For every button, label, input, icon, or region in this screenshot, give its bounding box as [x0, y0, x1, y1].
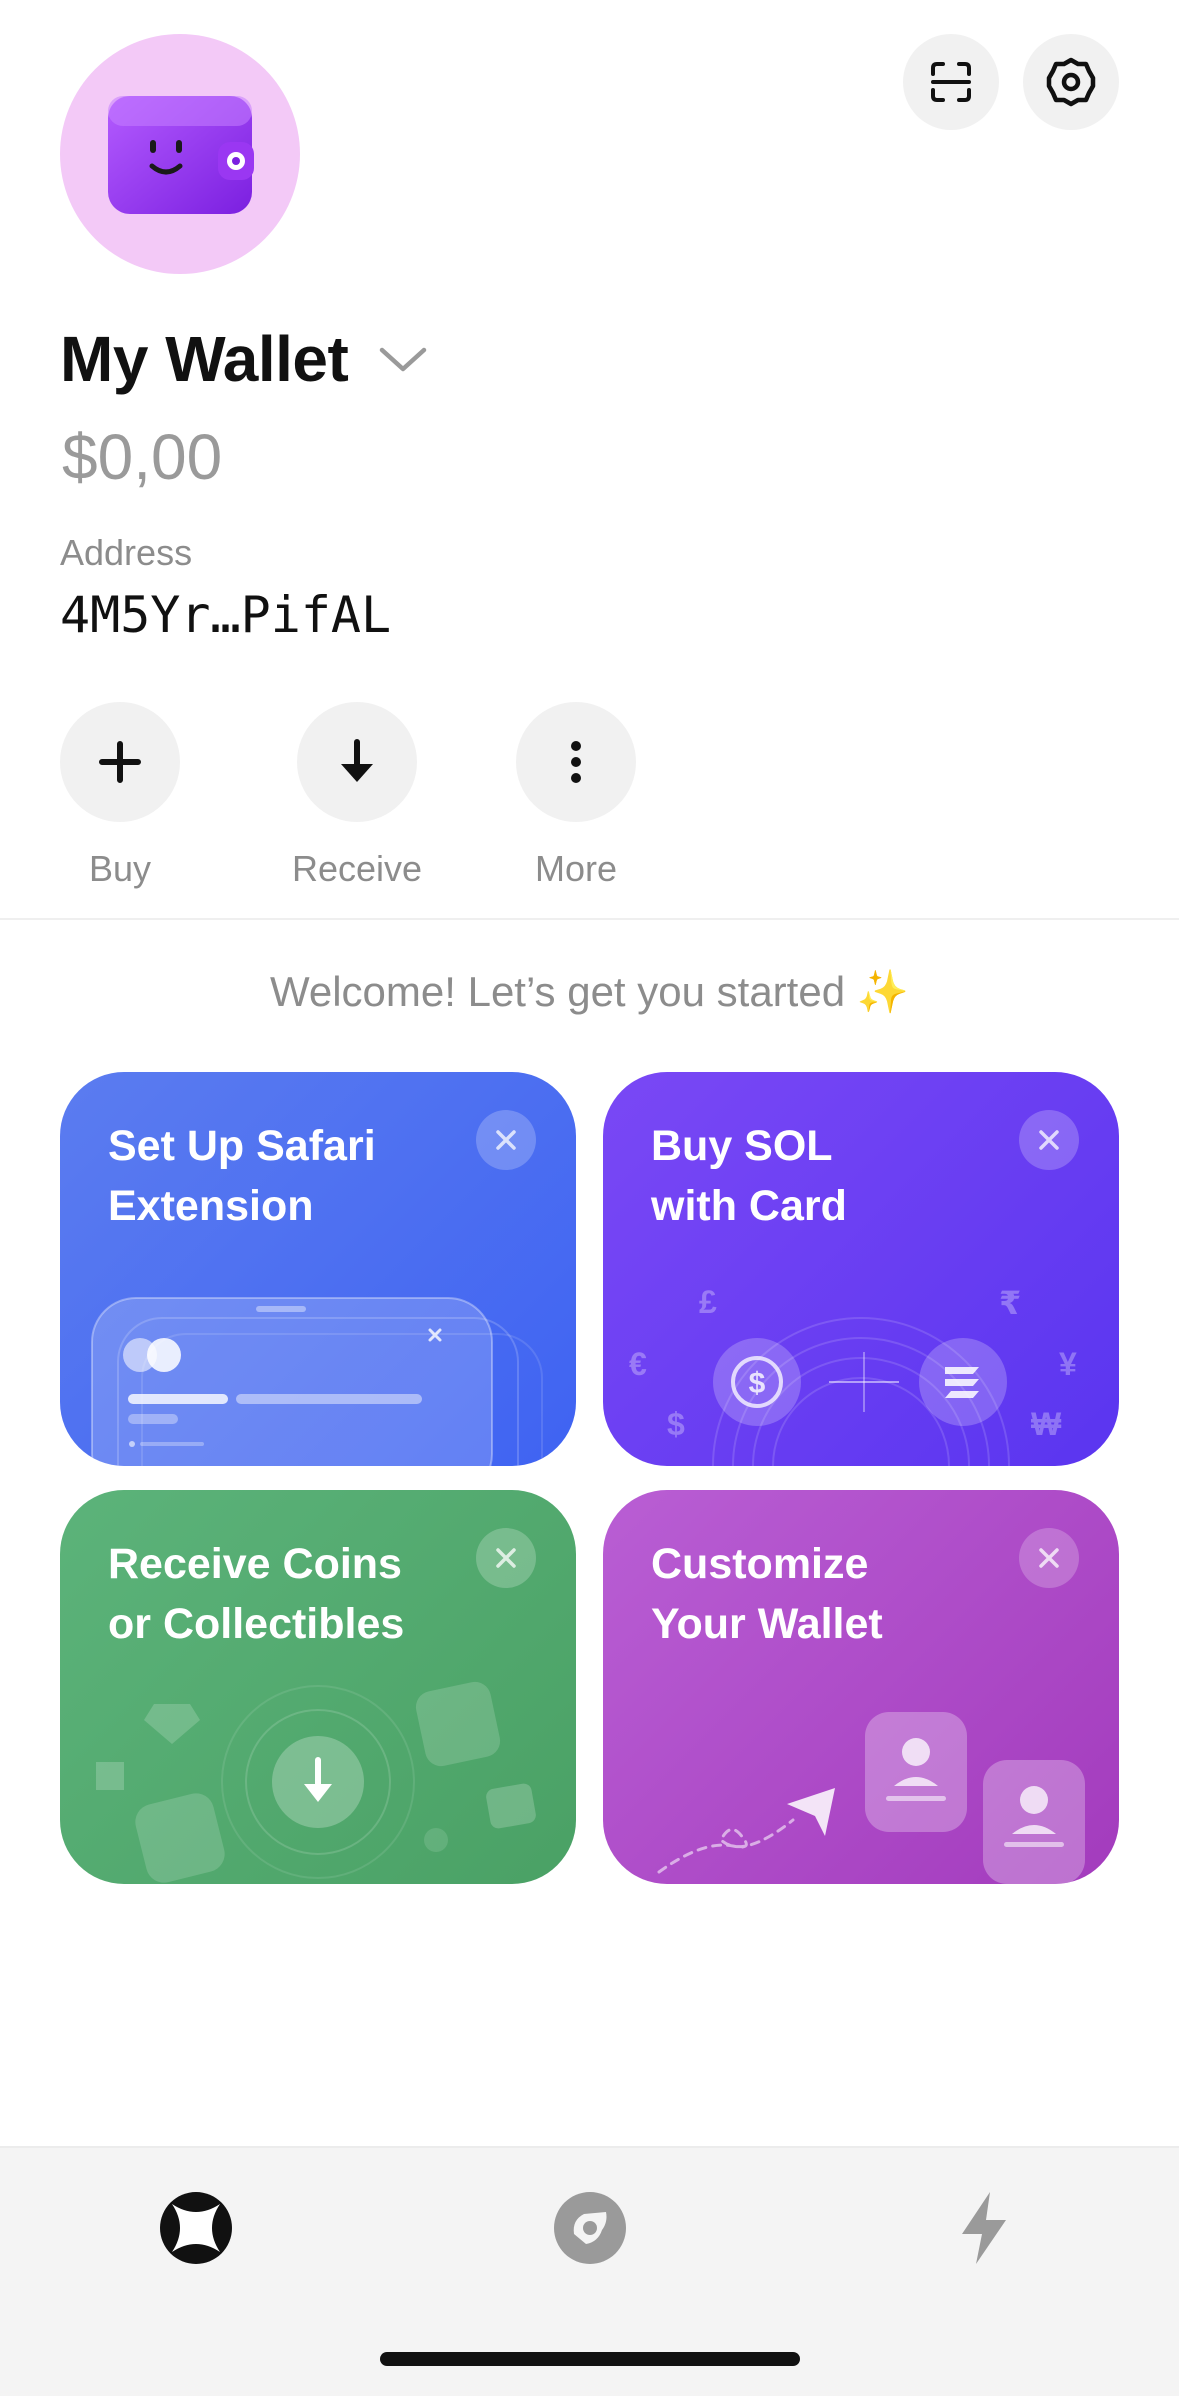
- lightning-icon: [962, 2192, 1006, 2264]
- home-indicator: [380, 2352, 800, 2366]
- rupee-symbol: ₹: [999, 1285, 1022, 1321]
- welcome-message: Welcome! Let’s get you started ✨: [269, 968, 910, 1015]
- wallet-home-screen: My Wallet $0,00 Address 4M5Yr…PifAL Buy …: [0, 0, 1179, 2396]
- gear-icon: [1046, 57, 1096, 107]
- arrow-down-icon: [341, 739, 373, 782]
- card-title: Receive Coins or Collectibles: [108, 1540, 405, 1648]
- more-button-circle[interactable]: [516, 702, 636, 822]
- more-button[interactable]: More: [514, 702, 638, 890]
- euro-symbol: €: [629, 1346, 647, 1382]
- close-icon: [1039, 1130, 1059, 1150]
- card-close-button[interactable]: [476, 1528, 536, 1588]
- close-icon: [1039, 1548, 1059, 1568]
- wallet-name: My Wallet: [60, 323, 349, 395]
- card-close-button[interactable]: [476, 1110, 536, 1170]
- buy-sol-card[interactable]: $ £ ₹ € ¥ $ ₩ Buy SOL with Card: [603, 1072, 1119, 1466]
- scan-icon: [931, 62, 971, 102]
- pound-symbol: £: [699, 1284, 717, 1320]
- wallet-balance: $0,00: [62, 421, 223, 493]
- yen-symbol: ¥: [1059, 1346, 1077, 1382]
- buy-label: Buy: [88, 848, 152, 889]
- home-icon: [160, 2192, 232, 2264]
- card-close-button[interactable]: [1019, 1528, 1079, 1588]
- address-value[interactable]: 4M5Yr…PifAL: [60, 586, 391, 644]
- section-divider: [0, 918, 1179, 920]
- close-icon: [496, 1548, 516, 1568]
- tab-explore[interactable]: [550, 2188, 630, 2268]
- customize-wallet-card[interactable]: Customize Your Wallet: [603, 1490, 1119, 1884]
- close-icon: [496, 1130, 516, 1150]
- tab-home[interactable]: [156, 2188, 236, 2268]
- receive-button[interactable]: Receive: [291, 702, 423, 890]
- more-label: More: [534, 848, 618, 889]
- scan-button[interactable]: [903, 34, 999, 130]
- receive-label: Receive: [291, 848, 423, 889]
- plus-icon: [99, 741, 141, 783]
- dollar-symbol: $: [667, 1406, 685, 1442]
- card-title: Set Up Safari Extension: [108, 1122, 376, 1230]
- buy-button[interactable]: Buy: [58, 702, 182, 890]
- card-close-button[interactable]: [1019, 1110, 1079, 1170]
- compass-icon: [554, 2192, 626, 2264]
- wallet-icon: [108, 96, 254, 214]
- card-title: Buy SOL with Card: [651, 1122, 847, 1230]
- address-label: Address: [60, 532, 193, 573]
- more-vertical-icon: [571, 741, 581, 783]
- card-title: Customize Your Wallet: [651, 1540, 883, 1648]
- receive-button-circle[interactable]: [297, 702, 417, 822]
- buy-button-circle[interactable]: [60, 702, 180, 822]
- settings-button[interactable]: [1023, 34, 1119, 130]
- safari-extension-card[interactable]: Set Up Safari Extension: [60, 1072, 576, 1466]
- receive-coins-card[interactable]: Receive Coins or Collectibles: [60, 1490, 576, 1884]
- svg-text:$: $: [749, 1367, 766, 1400]
- wallet-selector[interactable]: My Wallet: [60, 322, 428, 396]
- chevron-down-icon: [380, 347, 427, 372]
- wallet-avatar[interactable]: [60, 34, 300, 274]
- won-symbol: ₩: [1031, 1406, 1062, 1442]
- tab-activity[interactable]: [944, 2188, 1024, 2268]
